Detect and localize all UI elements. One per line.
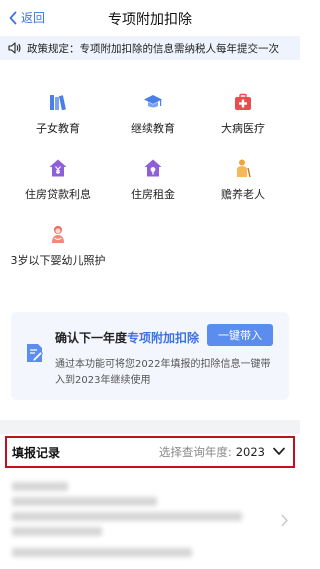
filing-records-label: 填报记录 [12, 445, 61, 460]
category-label: 赡养老人 [221, 188, 265, 201]
category-child-education[interactable]: 子女教育 [8, 92, 108, 137]
filing-records-header: 填报记录 选择查询年度: 2023 [5, 436, 295, 468]
blurred-text [12, 512, 242, 521]
category-infant-care[interactable]: 3岁以下婴幼儿照护 [8, 224, 108, 269]
baby-icon [52, 226, 64, 243]
nav-header: 返回 专项附加扣除 [0, 0, 300, 36]
books-icon [50, 95, 66, 111]
blurred-text [12, 527, 102, 536]
category-continuing-education[interactable]: 继续教育 [103, 92, 203, 137]
category-label: 子女教育 [36, 122, 80, 135]
import-card: 确认下一年度专项附加扣除 一键带入 通过本功能可将您2022年填报的扣除信息一键… [11, 312, 289, 400]
category-elderly-support[interactable]: 赡养老人 [193, 158, 293, 203]
blurred-text [12, 548, 192, 557]
house-yuan-icon [49, 159, 67, 177]
policy-text: 政策规定：专项附加扣除的信息需纳税人每年提交一次 [27, 42, 279, 55]
policy-notice: 政策规定：专项附加扣除的信息需纳税人每年提交一次 [0, 36, 300, 60]
section-divider [0, 420, 300, 434]
page-title: 专项附加扣除 [108, 12, 192, 28]
graduation-cap-icon [144, 95, 162, 108]
category-label: 住房贷款利息 [25, 188, 91, 201]
chevron-right-icon [281, 514, 288, 527]
year-selector[interactable]: 选择查询年度: 2023 [159, 444, 265, 460]
category-mortgage-interest[interactable]: 住房贷款利息 [8, 158, 108, 203]
category-label: 继续教育 [131, 122, 175, 135]
import-title-highlight: 专项附加扣除 [127, 331, 200, 345]
one-click-import-button[interactable]: 一键带入 [207, 324, 273, 346]
category-label: 3岁以下婴幼儿照护 [10, 254, 106, 267]
category-housing-rent[interactable]: 住房租金 [103, 158, 203, 203]
year-query-label: 选择查询年度: [158, 445, 232, 459]
blurred-text [12, 497, 157, 506]
speaker-icon [8, 42, 21, 54]
category-serious-illness[interactable]: 大病医疗 [193, 92, 293, 137]
category-label: 住房租金 [131, 188, 175, 201]
medical-kit-icon [235, 93, 251, 110]
import-card-description: 通过本功能可将您2022年填报的扣除信息一键带入到2023年继续使用 [55, 359, 271, 386]
import-title-prefix: 确认下一年度 [55, 331, 128, 345]
import-card-title: 确认下一年度专项附加扣除 [55, 329, 199, 346]
elderly-icon [237, 159, 251, 178]
category-label: 大病医疗 [221, 122, 265, 135]
blurred-text [12, 482, 68, 491]
selected-year: 2023 [235, 445, 265, 459]
house-rent-icon [144, 159, 162, 177]
chevron-down-icon[interactable] [273, 447, 285, 456]
edit-document-icon [27, 344, 44, 362]
